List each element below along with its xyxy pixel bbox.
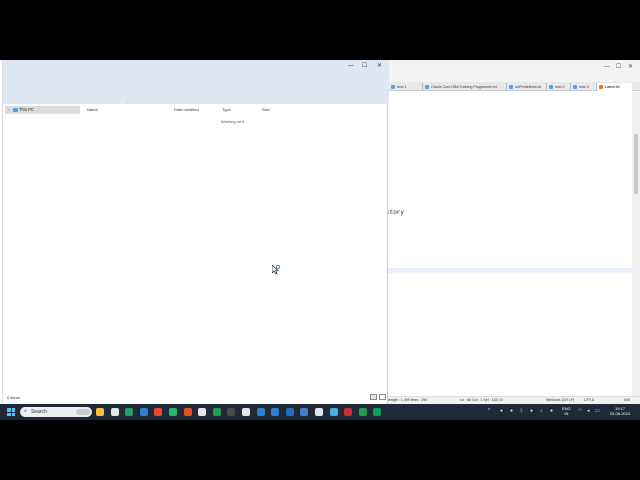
system-clock[interactable]: 19:17 03-08-2024	[602, 406, 638, 416]
file-icon	[573, 85, 577, 89]
desktop: — ☐ ✕ new 1 Oracle Core DBA Training Pro…	[0, 60, 640, 420]
taskbar-app-icon[interactable]	[256, 408, 265, 416]
loading-message: Working on it...	[221, 119, 248, 124]
battery-icon[interactable]: ▭	[595, 408, 600, 414]
taskbar: ⌕ Search ^ ● ● ᛒ ● ♪ ● ENG IN ◠ ◂ ▭ 19:1…	[0, 404, 640, 420]
editor-title-bar[interactable]: — ☐ ✕	[386, 60, 640, 82]
editor-tab[interactable]: new 2	[546, 83, 568, 91]
editor-tab[interactable]: iorPredefined.txt	[506, 83, 544, 91]
taskbar-app-icon[interactable]	[227, 408, 236, 416]
file-icon	[391, 85, 395, 89]
taskbar-app-icon[interactable]	[271, 408, 280, 416]
taskbar-app-icon[interactable]	[300, 408, 309, 416]
minimize-button[interactable]: —	[348, 62, 354, 69]
status-mode: INS	[624, 398, 630, 402]
sort-caret-icon: ^	[127, 101, 129, 105]
language-indicator[interactable]: ENG IN	[562, 406, 571, 416]
item-count: 0 items	[7, 395, 20, 400]
editor-status-bar: length : 1,499 lines : 294 Ln : 66 Col :…	[386, 396, 640, 404]
taskbar-app-icon[interactable]	[110, 408, 119, 416]
file-icon	[425, 85, 429, 89]
taskbar-app-icon[interactable]	[344, 408, 353, 416]
maximize-button[interactable]: ☐	[362, 62, 367, 69]
taskbar-app-icon[interactable]	[329, 408, 338, 416]
close-button[interactable]: ✕	[377, 62, 382, 69]
editor-scrollbar[interactable]	[632, 92, 640, 398]
tray-app-icon[interactable]: ●	[510, 408, 513, 414]
tray-app-icon[interactable]: ●	[550, 408, 553, 414]
busy-cursor-icon	[272, 265, 280, 275]
taskbar-app-icon[interactable]	[169, 408, 177, 416]
navigation-pane: › This PC	[3, 104, 81, 394]
editor-tab[interactable]: new 1	[388, 83, 420, 91]
tray-app-icon[interactable]: ●	[500, 408, 503, 414]
search-icon: ⌕	[24, 408, 27, 414]
details-view-button[interactable]	[370, 394, 377, 400]
scrollbar-thumb[interactable]	[634, 134, 638, 194]
wifi-icon[interactable]: ◠	[578, 408, 582, 414]
status-eol: Windows (CR LF)	[546, 398, 575, 402]
taskbar-app-icon[interactable]	[154, 408, 163, 416]
microphone-icon[interactable]: ♪	[540, 408, 543, 414]
taskbar-app-icon[interactable]	[242, 408, 250, 416]
editor-maximize-button[interactable]: ☐	[616, 63, 621, 70]
taskbar-app-icon[interactable]	[373, 408, 382, 416]
status-encoding: UTF-8	[584, 398, 595, 402]
taskbar-app-icon[interactable]	[198, 408, 207, 416]
editor-window[interactable]: — ☐ ✕ new 1 Oracle Core DBA Training Pro…	[386, 60, 640, 404]
column-header-type[interactable]: Type	[222, 107, 231, 112]
file-icon	[509, 85, 513, 89]
taskbar-app-icon[interactable]	[212, 408, 221, 416]
editor-tab-bar: new 1 Oracle Core DBA Training Programme…	[386, 82, 640, 91]
file-icon	[549, 85, 553, 89]
editor-text[interactable]: ctory	[386, 209, 404, 216]
column-header-size[interactable]: Size	[262, 107, 270, 112]
editor-tab-active[interactable]: Latest.txt	[596, 83, 632, 91]
taskbar-app-icon[interactable]	[125, 408, 134, 416]
taskbar-app-icon[interactable]	[358, 408, 367, 416]
chevron-right-icon[interactable]: ›	[8, 106, 9, 114]
file-explorer-window[interactable]: — ☐ ✕ › This PC ^ Name Date modified Typ…	[2, 60, 389, 404]
editor-close-button[interactable]: ✕	[628, 63, 633, 70]
taskbar-search-box[interactable]: ⌕ Search	[20, 407, 92, 417]
nav-item-this-pc[interactable]: › This PC	[5, 106, 80, 114]
explorer-title-bar[interactable]: — ☐ ✕	[3, 60, 389, 104]
taskbar-app-icon[interactable]	[96, 408, 104, 416]
large-icons-view-button[interactable]	[379, 394, 386, 400]
current-line-highlight	[386, 268, 632, 273]
bluetooth-icon[interactable]: ᛒ	[520, 408, 523, 414]
computer-icon	[13, 108, 18, 112]
status-length: length : 1,499 lines : 294	[388, 398, 428, 402]
taskbar-app-icon[interactable]	[139, 408, 148, 416]
column-header-name[interactable]: Name	[87, 107, 98, 112]
editor-minimize-button[interactable]: —	[604, 63, 610, 70]
tray-app-icon[interactable]: ●	[530, 408, 533, 414]
windows-start-icon[interactable]	[7, 408, 15, 416]
taskbar-app-icon[interactable]	[183, 408, 192, 416]
column-header-date-modified[interactable]: Date modified	[174, 107, 199, 112]
search-highlight-image	[76, 409, 90, 415]
status-position: Ln : 66 Col : 1 Sel : 132 | 6	[460, 398, 503, 402]
editor-tab[interactable]: Oracle Core DBA Training Programme.txt	[422, 83, 504, 91]
taskbar-app-icon[interactable]	[315, 408, 323, 416]
volume-icon[interactable]: ◂	[587, 408, 590, 414]
editor-tab[interactable]: new 3	[570, 83, 594, 91]
file-icon	[599, 85, 603, 89]
chevron-up-icon[interactable]: ^	[488, 408, 490, 414]
search-label: Search	[31, 408, 47, 415]
taskbar-app-icon[interactable]	[285, 408, 294, 416]
